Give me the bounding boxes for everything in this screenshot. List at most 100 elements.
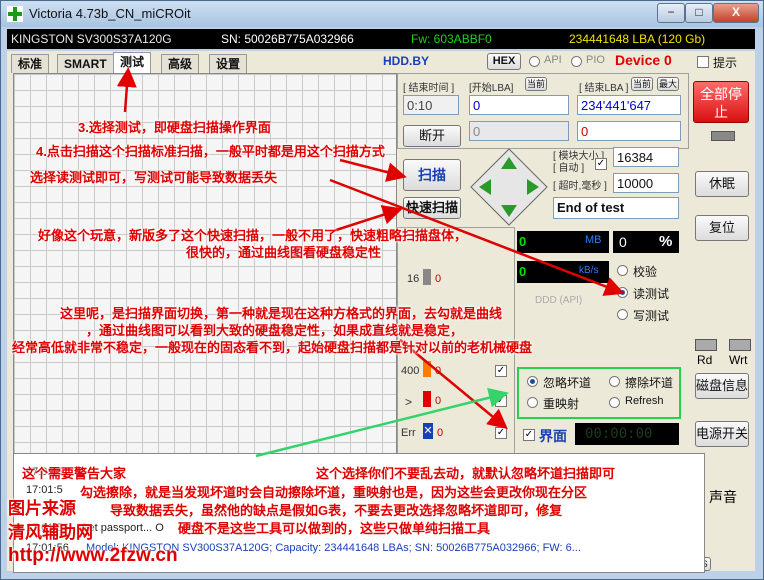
watermark-url: http://www.2fzw.cn xyxy=(8,545,178,566)
counter-gt-label: > xyxy=(405,395,413,409)
wrt-indicator xyxy=(729,339,751,351)
counter-err-checkbox[interactable]: ✓ xyxy=(495,427,507,439)
erase-bad-radio[interactable] xyxy=(609,376,620,387)
annotation-click-scan: 4.点击扫描这个扫描标准扫描，一般平时都是用这个扫描方式 xyxy=(36,144,385,159)
device-label: Device 0 xyxy=(615,52,672,68)
write-test-radio[interactable] xyxy=(617,309,628,320)
grid-label: 界面 xyxy=(539,428,567,444)
drive-serial: SN: 50026B775A032966 xyxy=(221,32,354,46)
percent-unit: % xyxy=(659,233,673,250)
remap-label: 重映射 xyxy=(543,397,580,411)
drive-model: KINGSTON SV300S37A120G xyxy=(11,32,172,46)
drive-info-bar: KINGSTON SV300S37A120G SN: 50026B775A032… xyxy=(7,29,755,49)
refresh-label: Refresh xyxy=(625,395,664,407)
counter-400-label: 400 xyxy=(401,365,420,377)
verify-label: 校验 xyxy=(633,265,658,279)
wrt-label: Wrt xyxy=(729,353,748,367)
mb-value: 0 xyxy=(519,234,527,249)
counter-400-bar xyxy=(423,361,431,377)
title-bar[interactable]: Victoria 4.73b_CN_miCROit − □ X xyxy=(1,1,763,27)
annotation-dont-change: 这个选择你们不要乱去动，就默认忽略坏道扫描即可 xyxy=(316,466,616,481)
hint-checkbox[interactable] xyxy=(697,56,709,68)
timeout-select[interactable]: 10000 xyxy=(613,173,679,193)
mb-unit: MB xyxy=(585,234,602,246)
remap-radio[interactable] xyxy=(527,397,538,408)
counter-16-label: 16 xyxy=(407,273,420,285)
annotation-read-test: 选择读测试即可，写测试可能导致数据丢失 xyxy=(30,170,278,185)
end-lba-label: [ 结束LBA ] xyxy=(579,83,629,94)
timer-value: 00:00:00 xyxy=(585,426,653,442)
tab-smart[interactable]: SMART xyxy=(57,54,114,73)
counter-400-checkbox[interactable]: ✓ xyxy=(495,365,507,377)
end-of-test-select[interactable]: End of test xyxy=(553,197,679,219)
power-button[interactable]: 电源开关 xyxy=(695,421,749,447)
watermark-site: 清风辅助网 xyxy=(8,523,93,542)
read-test-label: 读测试 xyxy=(633,287,670,301)
app-cross-icon xyxy=(7,6,23,22)
ignore-bad-label: 忽略坏道 xyxy=(543,376,592,390)
rd-label: Rd xyxy=(697,353,713,367)
end-time-label: [ 结束时间 ] xyxy=(403,83,455,94)
tab-advanced[interactable]: 高级 xyxy=(161,54,200,73)
stop-button[interactable]: 断开 xyxy=(403,125,461,147)
block-lba-field: 0 xyxy=(577,121,681,141)
end-lba-field[interactable]: 234'441'647 xyxy=(577,95,681,115)
start-current-button[interactable]: 当前 xyxy=(525,77,547,91)
tab-test[interactable]: 测试 xyxy=(113,52,152,73)
hex-button[interactable]: HEX xyxy=(487,53,521,70)
api-label: API xyxy=(544,54,562,66)
speed-value: 0 xyxy=(519,264,527,279)
end-current-button[interactable]: 当前 xyxy=(631,77,653,91)
block-size-select[interactable]: 16384 xyxy=(613,147,679,167)
counter-400-value: 0 xyxy=(435,365,442,377)
sound-label: 声音 xyxy=(709,489,737,505)
annotation-view-3: 经常高低就非常不稳定，一般现在的固态看不到，起始硬盘扫描都是针对以前的老机械硬盘 xyxy=(12,340,533,355)
verify-radio[interactable] xyxy=(617,265,628,276)
pio-label: PIO xyxy=(586,54,605,66)
write-test-label: 写测试 xyxy=(633,309,670,323)
ddd-api-label: DDD (API) xyxy=(535,295,583,306)
ignore-bad-radio[interactable] xyxy=(527,376,538,387)
error-x-icon: ✕ xyxy=(423,423,433,439)
annotation-quick-scan-2: 很快的，通过曲线图看硬盘稳定性 xyxy=(186,245,382,260)
reset-button[interactable]: 复位 xyxy=(695,215,749,241)
close-button[interactable]: X xyxy=(713,3,759,23)
annotation-repair: 硬盘不是这些工具可以做到的，这些只做单纯扫描工具 xyxy=(178,521,491,536)
current-lba-field: 0 xyxy=(469,121,569,141)
end-time-field[interactable]: 0:10 xyxy=(403,95,459,115)
start-lba-field[interactable]: 0 xyxy=(469,95,569,115)
counter-gt-value: 0 xyxy=(435,395,442,407)
start-lba-label: [开始LBA] xyxy=(469,83,514,94)
disk-info-button[interactable]: 磁盘信息 xyxy=(695,373,749,399)
scan-button[interactable]: 扫描 xyxy=(403,159,461,191)
tab-settings[interactable]: 设置 xyxy=(209,54,248,73)
api-radio[interactable] xyxy=(529,56,540,67)
hdd-by-link[interactable]: HDD.BY xyxy=(383,54,429,68)
quick-scan-button[interactable]: 快速扫描 xyxy=(403,197,461,219)
grid-checkbox[interactable]: ✓ xyxy=(523,429,535,441)
end-max-button[interactable]: 最大 xyxy=(657,77,679,91)
erase-bad-label: 擦除坏道 xyxy=(625,376,674,390)
sleep-button[interactable]: 休眠 xyxy=(695,171,749,197)
read-test-radio[interactable] xyxy=(617,287,628,298)
speed-unit: kB/s xyxy=(579,265,599,276)
annotation-select-test: 3.选择测试，即硬盘扫描操作界面 xyxy=(78,120,271,135)
drive-firmware: Fw: 603ABBF0 xyxy=(411,32,492,46)
tab-standard[interactable]: 标准 xyxy=(11,54,50,73)
minimize-button[interactable]: − xyxy=(657,3,685,23)
watermark-source: 图片来源 xyxy=(8,499,76,518)
counter-gt-checkbox[interactable]: ✓ xyxy=(495,395,507,407)
counter-err-value: 0 xyxy=(437,427,444,439)
stop-all-button[interactable]: 全部停止 xyxy=(693,81,749,123)
counter-gt-bar xyxy=(423,391,431,407)
pio-radio[interactable] xyxy=(571,56,582,67)
auto-checkbox[interactable]: ✓ xyxy=(595,158,607,170)
maximize-button[interactable]: □ xyxy=(685,3,713,23)
annotation-warn: 这个需要警告大家 xyxy=(22,466,127,481)
refresh-radio[interactable] xyxy=(609,397,620,408)
hint-label: 提示 xyxy=(713,56,738,70)
percent-value: 0 xyxy=(619,234,627,250)
counter-16-bar xyxy=(423,269,431,285)
direction-pad[interactable] xyxy=(469,147,549,227)
counter-16-value: 0 xyxy=(435,273,442,285)
